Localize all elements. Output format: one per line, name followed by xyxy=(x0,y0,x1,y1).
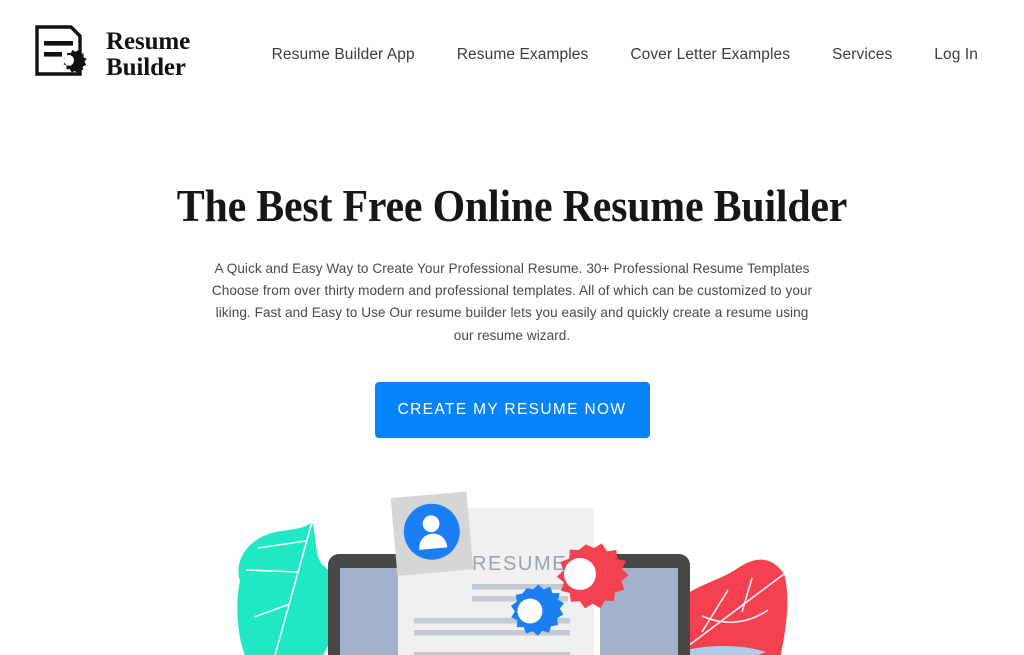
brand-name-line1: Resume xyxy=(106,28,191,55)
main-navigation: Resume Builder App Resume Examples Cover… xyxy=(251,38,990,72)
nav-item-cover-letter-examples[interactable]: Cover Letter Examples xyxy=(609,38,811,72)
teal-leaf-shape xyxy=(237,521,343,655)
page-title: The Best Free Online Resume Builder xyxy=(176,181,848,231)
site-header: Resume Builder Resume Builder App Resume… xyxy=(0,0,1024,110)
nav-item-resume-examples[interactable]: Resume Examples xyxy=(436,38,610,72)
document-gear-icon xyxy=(35,25,87,76)
hero-section: The Best Free Online Resume Builder A Qu… xyxy=(0,110,1024,655)
brand-name: Resume Builder xyxy=(106,29,190,81)
hero-illustration: RESUME xyxy=(237,491,788,655)
hero-illustration-container: RESUME xyxy=(0,486,1024,655)
cta-container: Create My Resume Now xyxy=(0,382,1024,439)
resume-document-heading: RESUME xyxy=(472,553,567,575)
photo-card xyxy=(390,491,474,576)
brand-name-line2: Builder xyxy=(106,54,186,81)
nav-item-resume-builder-app[interactable]: Resume Builder App xyxy=(251,38,436,72)
create-my-resume-now-button[interactable]: Create My Resume Now xyxy=(374,382,650,439)
nav-item-services[interactable]: Services xyxy=(811,38,913,72)
brand-logo[interactable]: Resume Builder xyxy=(34,24,190,86)
nav-item-log-in[interactable]: Log In xyxy=(913,38,984,72)
hero-subtitle: A Quick and Easy Way to Create Your Prof… xyxy=(211,260,813,343)
